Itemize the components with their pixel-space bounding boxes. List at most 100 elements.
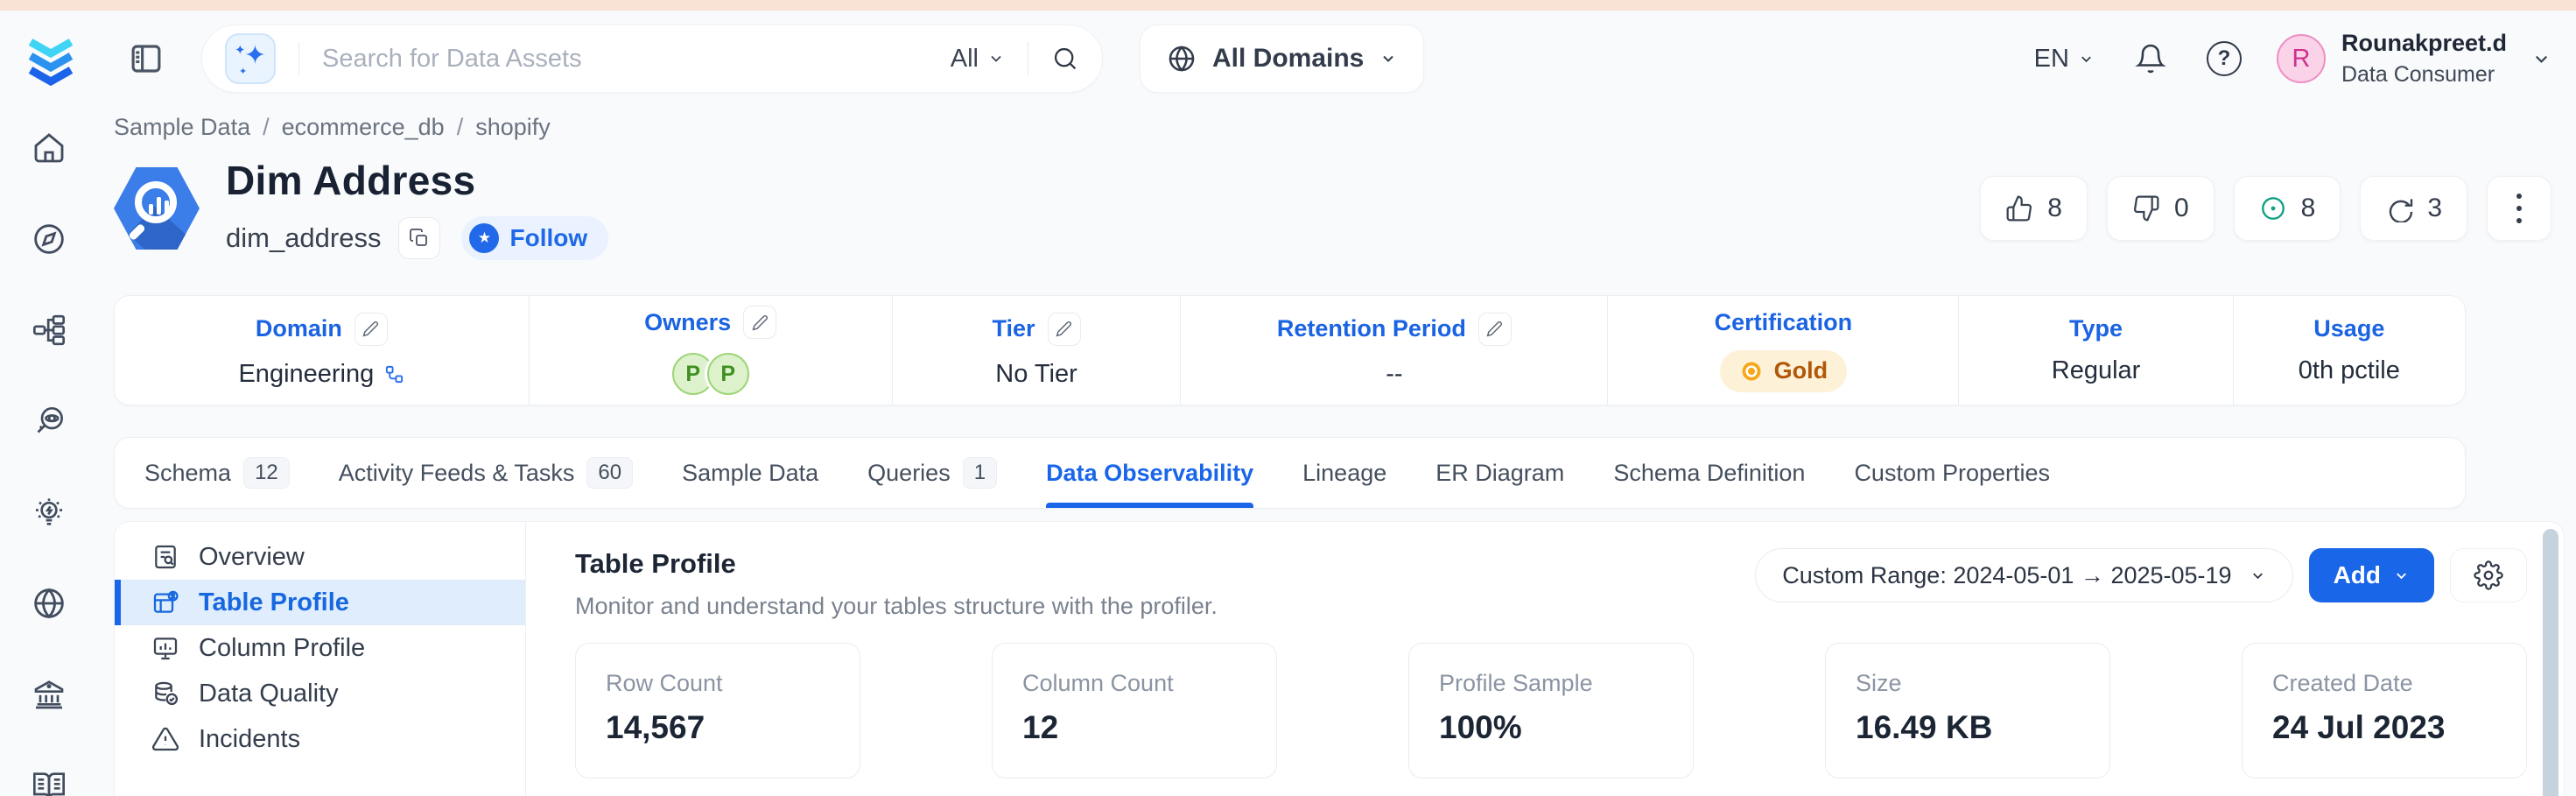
breadcrumb-item[interactable]: shopify: [475, 114, 551, 141]
vertical-scrollbar[interactable]: [2543, 529, 2558, 796]
upvote-button[interactable]: 8: [1980, 176, 2088, 241]
tab-lineage[interactable]: Lineage: [1302, 438, 1386, 508]
chevron-down-icon: [2078, 51, 2095, 67]
incidents-alert-icon: [151, 725, 179, 753]
settings-gear-icon[interactable]: [2450, 548, 2527, 602]
summary-card-profile-sample: Profile Sample 100%: [1408, 643, 1694, 778]
tab-custom-properties[interactable]: Custom Properties: [1854, 438, 2050, 508]
language-dropdown[interactable]: EN: [2034, 45, 2095, 74]
tasks-button[interactable]: 8: [2234, 176, 2341, 241]
chevron-down-icon: [987, 50, 1005, 67]
subnav-incidents[interactable]: Incidents: [115, 716, 525, 762]
chevron-down-icon: [2531, 49, 2551, 69]
tasks-count: 8: [2301, 194, 2316, 223]
table-profile-icon: [151, 588, 179, 616]
date-range-dropdown[interactable]: Custom Range: 2024-05-01 → 2025-05-19: [1755, 548, 2292, 602]
left-nav-rail: [0, 107, 98, 796]
rail-explore-compass-icon[interactable]: [31, 221, 67, 257]
more-options-kebab-icon[interactable]: [2487, 176, 2551, 241]
search-input[interactable]: [322, 45, 951, 74]
section-description: Monitor and understand your tables struc…: [575, 593, 1218, 620]
subnav-column-profile[interactable]: Column Profile: [115, 625, 525, 671]
subnav-table-profile[interactable]: Table Profile: [115, 580, 525, 625]
tab-schema[interactable]: Schema 12: [144, 438, 290, 508]
entity-tabs: Schema 12 Activity Feeds & Tasks 60 Samp…: [114, 437, 2466, 509]
owner-avatar[interactable]: P: [707, 353, 749, 395]
breadcrumb: Sample Data / ecommerce_db / shopify: [114, 114, 2551, 141]
rail-home-icon[interactable]: [31, 130, 67, 166]
chevron-down-icon: [1379, 50, 1397, 67]
all-domains-label: All Domains: [1212, 44, 1364, 74]
overview-document-icon: [151, 543, 179, 571]
table-profile-main: Table Profile Monitor and understand you…: [526, 522, 2564, 796]
globe-icon: [1167, 44, 1197, 74]
search-scope-dropdown[interactable]: All: [951, 45, 1005, 74]
breadcrumb-item[interactable]: ecommerce_db: [282, 114, 445, 141]
observability-panel: Overview Table Profile Column Profile: [114, 521, 2565, 796]
version-history-icon: [2385, 194, 2413, 222]
user-name: Rounakpreet.d: [2341, 30, 2507, 57]
versions-button[interactable]: 3: [2360, 176, 2467, 241]
profile-controls: Custom Range: 2024-05-01 → 2025-05-19 Ad…: [1755, 548, 2527, 602]
type-value: Regular: [2052, 356, 2141, 385]
notifications-bell-icon[interactable]: [2135, 43, 2166, 74]
thumbs-down-icon: [2132, 194, 2160, 222]
edit-owners-pencil-icon[interactable]: [743, 306, 776, 339]
usage-value: 0th pctile: [2299, 356, 2400, 385]
rail-observability-icon[interactable]: [31, 403, 67, 440]
rail-platform-hierarchy-icon[interactable]: [31, 312, 67, 349]
tab-data-observability[interactable]: Data Observability: [1046, 438, 1253, 508]
edit-tier-pencil-icon[interactable]: [1048, 313, 1081, 346]
column-profile-icon: [151, 634, 179, 662]
rail-domains-globe-icon[interactable]: [31, 585, 67, 622]
subnav-overview[interactable]: Overview: [115, 534, 525, 580]
metadata-retention: Retention Period --: [1181, 296, 1608, 405]
tab-queries[interactable]: Queries 1: [867, 438, 997, 508]
metadata-owners: Owners P P: [530, 296, 893, 405]
sidebar-toggle-icon[interactable]: [126, 39, 166, 79]
subnav-data-quality[interactable]: Data Quality: [115, 671, 525, 716]
edit-retention-pencil-icon[interactable]: [1478, 313, 1512, 346]
rail-insights-lightbulb-icon[interactable]: [31, 494, 67, 531]
tab-er-diagram[interactable]: ER Diagram: [1435, 438, 1564, 508]
add-button[interactable]: Add: [2309, 548, 2434, 602]
tab-activity-feeds[interactable]: Activity Feeds & Tasks 60: [339, 438, 633, 508]
domain-value[interactable]: Engineering: [238, 360, 374, 389]
rail-glossary-book-icon[interactable]: [31, 767, 67, 796]
table-service-icon: [114, 166, 200, 251]
breadcrumb-item[interactable]: Sample Data: [114, 114, 250, 141]
tab-schema-definition[interactable]: Schema Definition: [1613, 438, 1805, 508]
data-quality-icon: [151, 680, 179, 708]
tab-count-badge: 12: [243, 457, 290, 489]
entity-fqn: dim_address: [226, 222, 381, 254]
tab-sample-data[interactable]: Sample Data: [682, 438, 818, 508]
summary-card-size: Size 16.49 KB: [1825, 643, 2110, 778]
rail-govern-bank-icon[interactable]: [31, 676, 67, 713]
medal-icon: [1739, 359, 1764, 384]
metadata-domain: Domain Engineering: [115, 296, 530, 405]
tab-count-badge: 1: [963, 457, 997, 489]
user-profile-menu[interactable]: R Rounakpreet.d Data Consumer: [2277, 30, 2551, 88]
page-content: Sample Data / ecommerce_db / shopify Dim…: [98, 107, 2576, 796]
metadata-type: Type Regular: [1959, 296, 2233, 405]
follow-button[interactable]: ★ Follow: [461, 216, 608, 260]
chevron-down-icon: [2250, 567, 2266, 584]
edit-domain-pencil-icon[interactable]: [354, 313, 388, 346]
version-count: 3: [2427, 194, 2442, 223]
language-label: EN: [2034, 45, 2069, 74]
ai-sparkles-icon[interactable]: ✦ ✦ ✦: [225, 33, 276, 84]
summary-card-column-count: Column Count 12: [992, 643, 1277, 778]
owner-avatar-group: P P: [672, 353, 749, 395]
metadata-summary-card: Domain Engineering Owners: [114, 295, 2466, 405]
summary-card-row-count: Row Count 14,567: [575, 643, 860, 778]
copy-icon[interactable]: [398, 217, 440, 259]
app-logo-icon[interactable]: [25, 30, 77, 88]
user-avatar: R: [2277, 34, 2326, 83]
top-accent-strip: [0, 0, 2576, 11]
entity-header: Dim Address dim_address ★ Follow: [114, 157, 2551, 260]
downvote-button[interactable]: 0: [2107, 176, 2215, 241]
search-icon[interactable]: [1051, 45, 1079, 73]
circle-dot-icon: [2259, 194, 2287, 222]
all-domains-dropdown[interactable]: All Domains: [1140, 25, 1424, 93]
help-icon[interactable]: ?: [2207, 41, 2242, 76]
